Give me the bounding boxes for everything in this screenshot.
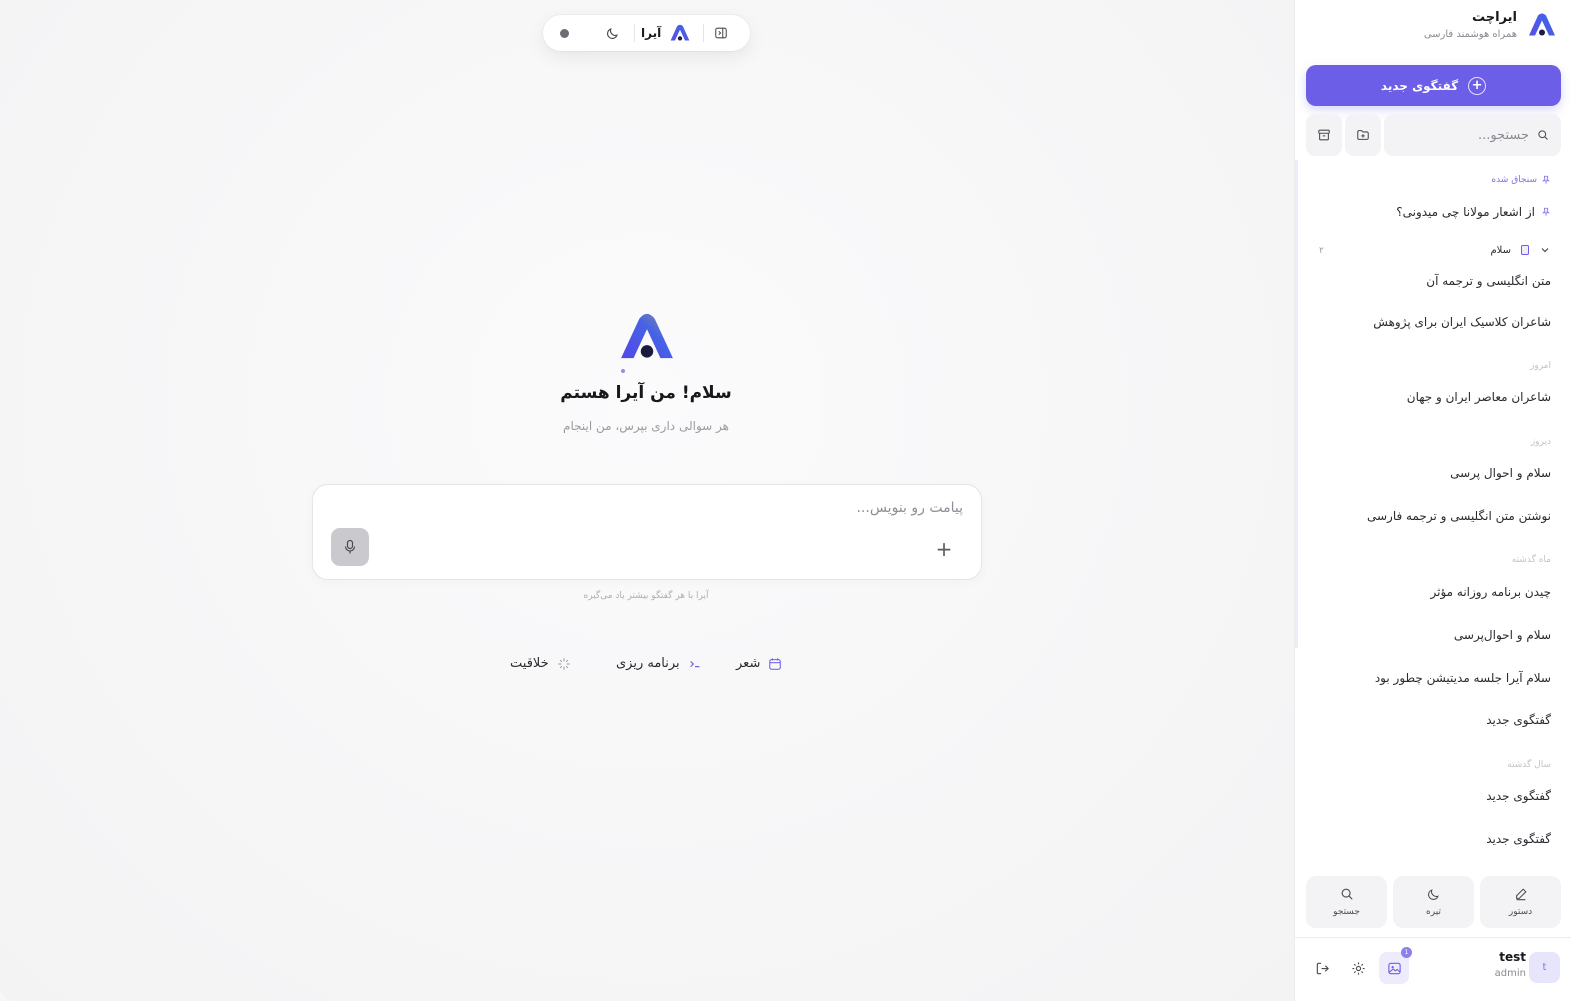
history-scroll-track[interactable]	[1295, 160, 1298, 648]
divider	[703, 24, 705, 42]
message-composer[interactable]: پیامت رو بنویس... +	[312, 484, 982, 580]
main-area: آیرا سلام! من آیرا هستم هر سوالی داری بپ…	[0, 0, 1294, 1001]
app-logo-icon	[1529, 13, 1555, 36]
chat-item[interactable]: سلام آیرا جلسه مدیتیشن چطور بود	[1375, 671, 1551, 685]
chat-item[interactable]: متن انگلیسی و ترجمه آن	[1426, 274, 1551, 288]
hero-title: سلام! من آیرا هستم	[560, 383, 732, 403]
chip-label: خلاقیت	[510, 656, 549, 671]
tool-search-button[interactable]: جستجو	[1306, 876, 1387, 928]
new-folder-button[interactable]	[1345, 114, 1381, 156]
user-role: admin	[1494, 968, 1526, 979]
image-icon	[1387, 962, 1401, 974]
voice-button[interactable]	[331, 528, 369, 566]
hero-logo-icon	[621, 313, 673, 359]
pinned-section-label: سنجاق شده	[1491, 175, 1551, 185]
folder-icon	[1521, 245, 1529, 255]
brand-name: آیرا	[641, 26, 662, 40]
folder-name: سلام	[1490, 244, 1511, 256]
settings-button[interactable]	[1343, 952, 1373, 984]
user-bar: t test admin 1	[1295, 937, 1571, 1001]
chip-label: برنامه ریزی	[616, 656, 680, 671]
divider	[634, 24, 635, 42]
logout-button[interactable]	[1307, 952, 1337, 984]
app-name: ایراچت	[1471, 10, 1517, 25]
calendar-icon	[769, 657, 782, 670]
chat-item[interactable]: نوشتن متن انگلیسی و ترجمه فارسی	[1367, 509, 1551, 523]
folder-plus-icon	[1357, 130, 1369, 140]
tool-dark-mode-button[interactable]: تیره	[1393, 876, 1474, 928]
gear-icon	[1351, 961, 1365, 975]
attach-plus-button[interactable]: +	[933, 539, 955, 561]
hero-dot	[621, 369, 625, 373]
pencil-icon	[1515, 888, 1527, 901]
gallery-button[interactable]: 1	[1379, 947, 1412, 984]
section-label-last-year: سال گذشته	[1507, 760, 1551, 770]
tool-instructions-button[interactable]: دستور	[1480, 876, 1561, 928]
search-input[interactable]: جستجو...	[1384, 114, 1561, 156]
search-icon	[1538, 130, 1548, 140]
search-icon	[1341, 888, 1353, 900]
message-input[interactable]: پیامت رو بنویس...	[856, 500, 963, 516]
pinned-chat-item[interactable]: از اشعار مولانا چی میدونی؟	[1396, 205, 1551, 219]
section-label-last-month: ماه گذشته	[1511, 555, 1551, 565]
microphone-icon	[344, 539, 356, 554]
section-label-today: امروز	[1530, 361, 1551, 371]
archive-icon	[1318, 129, 1330, 141]
archive-button[interactable]	[1306, 114, 1342, 156]
moon-icon[interactable]	[606, 26, 620, 40]
chat-item[interactable]: گفتگوی جدید	[1486, 789, 1551, 803]
hero-subtitle: هر سوالی داری بپرس، من اینجام	[563, 419, 729, 433]
logo-icon	[670, 24, 690, 41]
pin-icon	[1542, 207, 1550, 216]
user-name: test	[1499, 950, 1526, 964]
folder-count: ۲	[1319, 246, 1324, 256]
chip-label: شعر	[736, 656, 761, 671]
chat-item[interactable]: سلام و احوال‌پرسی	[1454, 628, 1551, 642]
suggestion-chips: شعر برنامه ریزی خلاقیت	[0, 656, 1294, 676]
new-chat-button[interactable]: + گفتگوی جدید	[1306, 65, 1561, 106]
notification-badge: 1	[1401, 947, 1412, 958]
chat-item[interactable]: سلام و احوال پرسی	[1450, 466, 1551, 480]
chat-item[interactable]: گفتگوی جدید	[1486, 713, 1551, 727]
plus-circle-icon: +	[1468, 76, 1487, 95]
top-toolbar: آیرا	[543, 15, 750, 51]
chevron-down-icon	[1541, 248, 1549, 253]
pin-icon	[1542, 175, 1550, 184]
sidebar-header: ایراچت همراه هوشمند فارسی	[1424, 10, 1557, 40]
chat-item[interactable]: گفتگوی جدید	[1486, 832, 1551, 846]
app-tagline: همراه هوشمند فارسی	[1423, 29, 1517, 40]
sidebar: ایراچت همراه هوشمند فارسی + گفتگوی جدید …	[1294, 0, 1571, 1001]
chat-item[interactable]: چیدن برنامه روزانه مؤثر	[1431, 585, 1552, 599]
avatar[interactable]: t	[1529, 952, 1560, 983]
new-chat-label: گفتگوی جدید	[1380, 78, 1459, 93]
terminal-icon	[689, 660, 700, 667]
chat-item[interactable]: شاعران کلاسیک ایران برای پژوهش	[1373, 315, 1551, 329]
chip-creativity[interactable]: خلاقیت	[510, 656, 571, 671]
chat-item[interactable]: شاعران معاصر ایران و جهان	[1407, 390, 1551, 404]
status-dot[interactable]	[560, 28, 569, 38]
composer-hint: آیرا با هر گفتگو بیشتر یاد می‌گیره	[583, 591, 709, 601]
folder-salam[interactable]: سلام	[1490, 244, 1551, 256]
chip-poem[interactable]: شعر	[736, 656, 782, 671]
logout-icon	[1316, 962, 1329, 974]
chip-planning[interactable]: برنامه ریزی	[616, 656, 702, 671]
sidebar-toggle-icon[interactable]	[714, 26, 728, 40]
search-placeholder: جستجو...	[1477, 127, 1529, 143]
moon-icon	[1427, 889, 1439, 900]
section-label-yesterday: دیروز	[1530, 437, 1551, 447]
sparkle-icon	[558, 657, 570, 670]
